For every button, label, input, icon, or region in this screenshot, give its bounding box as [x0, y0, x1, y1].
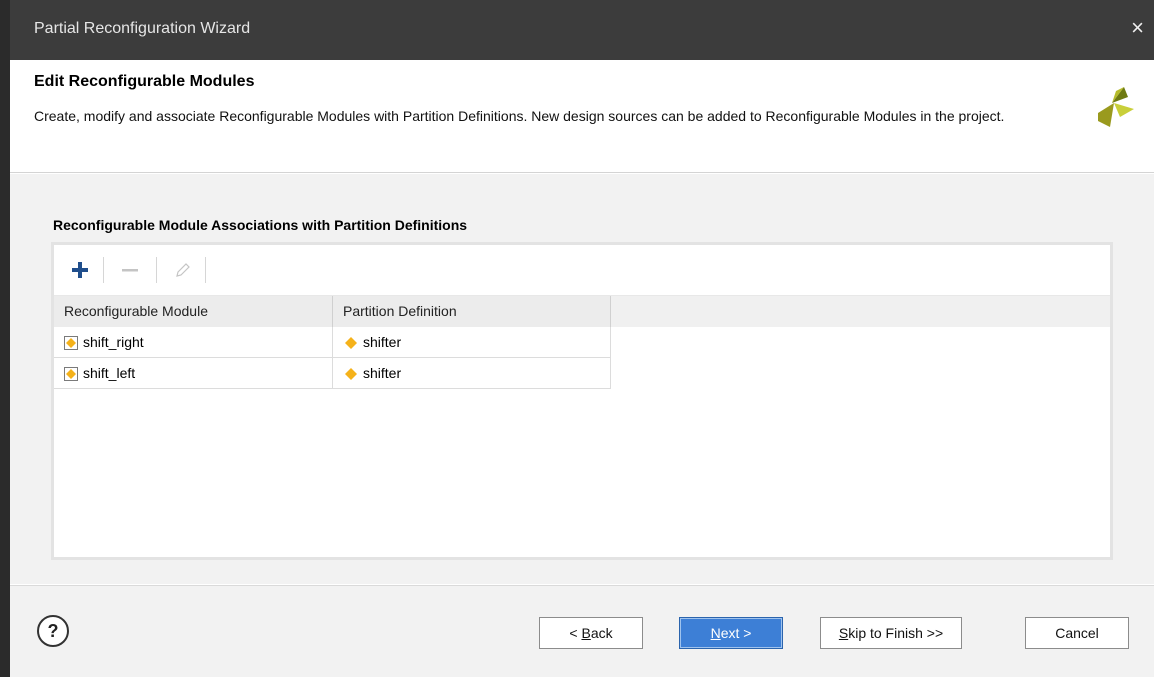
title-bar: Partial Reconfiguration Wizard × — [10, 0, 1154, 60]
module-name: shift_right — [83, 334, 144, 350]
partition-name: shifter — [363, 334, 402, 350]
module-cell: shift_left — [54, 358, 333, 389]
plus-icon[interactable] — [66, 256, 94, 284]
table-header: Reconfigurable Module Partition Definiti… — [54, 296, 1110, 327]
module-name: shift_left — [83, 365, 136, 381]
window-left-edge — [0, 0, 10, 677]
back-button-mnemonic: B — [581, 625, 591, 641]
section-label: Reconfigurable Module Associations with … — [53, 217, 468, 233]
page-description: Create, modify and associate Reconfigura… — [34, 108, 1005, 124]
pencil-icon[interactable] — [169, 256, 197, 284]
next-button[interactable]: Next > — [679, 617, 783, 649]
toolbar-divider — [103, 257, 104, 283]
next-button-label: ext > — [720, 625, 752, 641]
skip-to-finish-button[interactable]: Skip to Finish >> — [820, 617, 962, 649]
partition-diamond-icon — [344, 367, 358, 381]
table-row[interactable]: shift_right shifter — [54, 327, 611, 358]
associations-panel: Reconfigurable Module Partition Definiti… — [51, 242, 1113, 560]
column-header-partition[interactable]: Partition Definition — [333, 296, 611, 327]
partition-name: shifter — [363, 365, 402, 381]
page-title: Edit Reconfigurable Modules — [34, 73, 255, 90]
wizard-footer: ? < Back Next > Skip to Finish >> Cancel — [10, 585, 1154, 677]
module-cell: shift_right — [54, 327, 333, 358]
skip-button-label: kip to Finish >> — [848, 625, 944, 641]
partition-diamond-icon — [344, 336, 358, 350]
window-title: Partial Reconfiguration Wizard — [34, 20, 251, 37]
table-toolbar — [54, 245, 1110, 296]
table-row[interactable]: shift_left shifter — [54, 358, 611, 389]
partition-cell: shifter — [333, 327, 611, 358]
back-button-label: ack — [590, 625, 613, 641]
module-icon — [64, 366, 78, 381]
back-button[interactable]: < Back — [539, 617, 643, 649]
module-icon — [64, 335, 78, 350]
toolbar-divider — [156, 257, 157, 283]
next-button-mnemonic: N — [710, 625, 721, 641]
help-icon[interactable]: ? — [37, 615, 69, 647]
xilinx-logo-icon — [1098, 87, 1134, 127]
column-header-module[interactable]: Reconfigurable Module — [54, 296, 333, 327]
wizard-header: Edit Reconfigurable Modules Create, modi… — [10, 60, 1154, 173]
cancel-button[interactable]: Cancel — [1025, 617, 1129, 649]
partition-cell: shifter — [333, 358, 611, 389]
close-icon[interactable]: × — [1131, 17, 1144, 39]
minus-icon[interactable] — [116, 256, 144, 284]
wizard-body: Reconfigurable Module Associations with … — [10, 174, 1154, 584]
skip-button-mnemonic: S — [838, 625, 849, 641]
back-button-prefix: < — [569, 625, 582, 641]
toolbar-divider — [205, 257, 206, 283]
